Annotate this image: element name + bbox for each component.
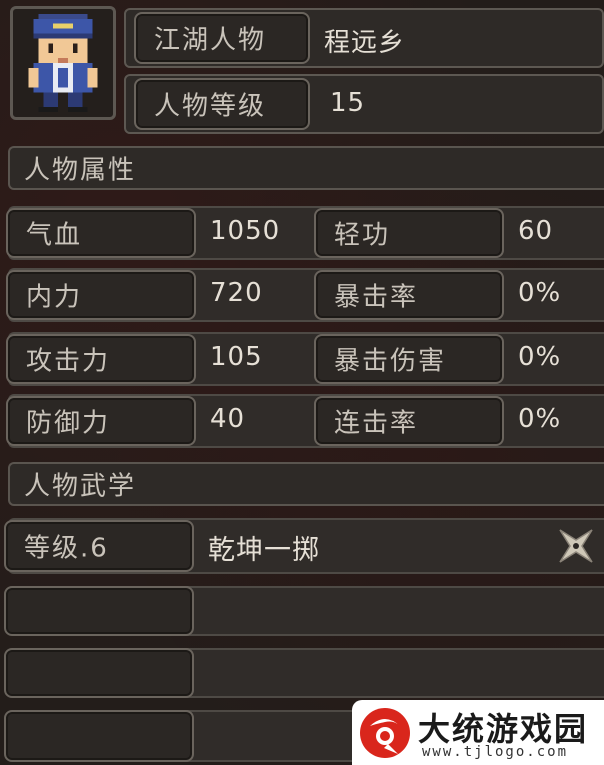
character-level: 15 <box>330 88 366 118</box>
attribute-label-agility: 轻功 <box>334 220 391 251</box>
skill-level-box: 等级.6 <box>4 520 194 572</box>
character-portrait[interactable] <box>10 6 116 120</box>
attribute-value-agility: 60 <box>518 216 554 246</box>
skill-level-label: 等级.6 <box>24 533 109 564</box>
brand-url: www.tjlogo.com <box>422 744 569 760</box>
attribute-value-attack: 105 <box>210 342 263 372</box>
brand-logo-icon <box>360 708 410 758</box>
attribute-label-combo-rate: 连击率 <box>334 408 419 439</box>
attribute-label-box: 气血 <box>6 208 196 258</box>
attribute-label-hp: 气血 <box>26 220 83 251</box>
attribute-label-crit-damage: 暴击伤害 <box>334 346 447 377</box>
martial-arts-section-title: 人物武学 <box>24 471 137 502</box>
name-label-box: 江湖人物 <box>134 12 310 64</box>
attribute-label-defense: 防御力 <box>26 408 111 439</box>
attribute-value-defense: 40 <box>210 404 246 434</box>
shuriken-icon[interactable] <box>556 526 596 566</box>
level-label: 人物等级 <box>154 91 267 122</box>
attribute-label-box: 防御力 <box>6 396 196 446</box>
attribute-value-combo-rate: 0% <box>518 404 562 434</box>
attribute-label-box: 攻击力 <box>6 334 196 384</box>
attribute-label-box: 连击率 <box>314 396 504 446</box>
attribute-label-box: 内力 <box>6 270 196 320</box>
attribute-label-box: 暴击伤害 <box>314 334 504 384</box>
attribute-label-mp: 内力 <box>26 282 83 313</box>
attributes-section-title: 人物属性 <box>24 155 137 186</box>
character-name: 程远乡 <box>324 28 406 58</box>
character-avatar-icon <box>28 13 98 113</box>
watermark: 大统游戏园 www.tjlogo.com <box>352 700 604 765</box>
attribute-value-crit-rate: 0% <box>518 278 562 308</box>
skill-name: 乾坤一掷 <box>208 535 320 566</box>
attribute-value-mp: 720 <box>210 278 263 308</box>
attribute-label-attack: 攻击力 <box>26 346 111 377</box>
name-label: 江湖人物 <box>154 25 267 56</box>
skill-level-box <box>4 648 194 698</box>
attribute-label-box: 轻功 <box>314 208 504 258</box>
attributes-section-header: 人物属性 <box>8 146 604 190</box>
skill-level-box <box>4 710 194 762</box>
attribute-label-box: 暴击率 <box>314 270 504 320</box>
skill-level-box <box>4 586 194 636</box>
level-label-box: 人物等级 <box>134 78 310 130</box>
attribute-value-crit-damage: 0% <box>518 342 562 372</box>
martial-arts-section-header: 人物武学 <box>8 462 604 506</box>
attribute-value-hp: 1050 <box>210 216 281 246</box>
attribute-label-crit-rate: 暴击率 <box>334 282 419 313</box>
